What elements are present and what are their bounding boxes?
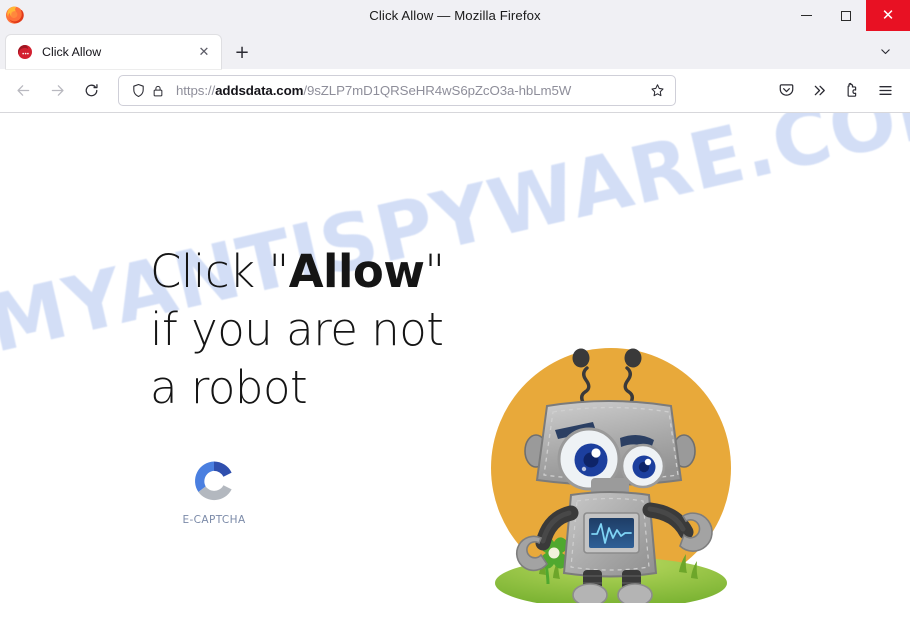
page-headline: Click "Allow" if you are not a robot — [150, 243, 480, 417]
firefox-logo-icon — [4, 4, 28, 28]
toolbar-right-group — [770, 75, 902, 107]
e-captcha-badge: E-CAPTCHA — [174, 457, 254, 526]
page-viewport: MYANTISPYWARE.COM Click "Allow" if you a… — [0, 113, 910, 623]
minimize-button[interactable] — [786, 0, 826, 31]
bookmark-star-icon[interactable] — [646, 80, 668, 102]
tab-close-icon[interactable]: ✕ — [195, 43, 213, 61]
e-captcha-logo-icon — [195, 461, 232, 501]
hamburger-menu-icon[interactable] — [869, 75, 902, 107]
close-icon: ✕ — [881, 6, 895, 24]
reload-button[interactable] — [74, 75, 108, 107]
forward-button[interactable] — [40, 75, 74, 107]
e-captcha-label: E-CAPTCHA — [182, 514, 246, 526]
robot-mascot-icon — [491, 348, 731, 603]
back-button[interactable] — [6, 75, 40, 107]
firefox-browser-window: Click Allow — Mozilla Firefox ✕ Click Al… — [0, 0, 910, 623]
browser-tab[interactable]: Click Allow ✕ — [6, 35, 221, 69]
headline-part-1: Click " — [150, 245, 289, 298]
url-scheme: https:// — [176, 83, 216, 98]
close-window-button[interactable]: ✕ — [866, 0, 910, 31]
page-content: Click "Allow" if you are not a robot E-C… — [0, 113, 910, 623]
tab-favicon-icon — [17, 44, 33, 60]
tab-title: Click Allow — [42, 45, 102, 59]
robot-illustration — [483, 338, 738, 603]
window-titlebar: Click Allow — Mozilla Firefox ✕ — [0, 0, 910, 31]
window-controls: ✕ — [786, 0, 910, 31]
tab-strip: Click Allow ✕ + — [0, 31, 910, 69]
navigation-toolbar: https://addsdata.com/9sZLP7mD1QRSeHR4wS6… — [0, 69, 910, 113]
minimize-icon — [800, 14, 812, 17]
lock-icon[interactable] — [148, 81, 168, 101]
overflow-chevron-double-right-icon[interactable] — [803, 75, 836, 107]
pocket-icon[interactable] — [770, 75, 803, 107]
url-path: /9sZLP7mD1QRSeHR4wS6pZcO3a-hbLm5W — [303, 83, 572, 98]
url-bar[interactable]: https://addsdata.com/9sZLP7mD1QRSeHR4wS6… — [118, 75, 676, 106]
url-host: addsdata.com — [215, 83, 304, 98]
extensions-puzzle-icon[interactable] — [836, 75, 869, 107]
shield-icon[interactable] — [128, 81, 148, 101]
list-all-tabs-chevron-down-icon[interactable] — [870, 36, 900, 66]
left-column: Click "Allow" if you are not a robot E-C… — [150, 243, 480, 526]
new-tab-button[interactable]: + — [227, 37, 257, 67]
headline-allow-emphasis: Allow — [288, 245, 425, 298]
url-text[interactable]: https://addsdata.com/9sZLP7mD1QRSeHR4wS6… — [176, 83, 646, 98]
maximize-icon — [841, 10, 851, 21]
window-title: Click Allow — Mozilla Firefox — [369, 8, 541, 23]
maximize-button[interactable] — [826, 0, 866, 31]
